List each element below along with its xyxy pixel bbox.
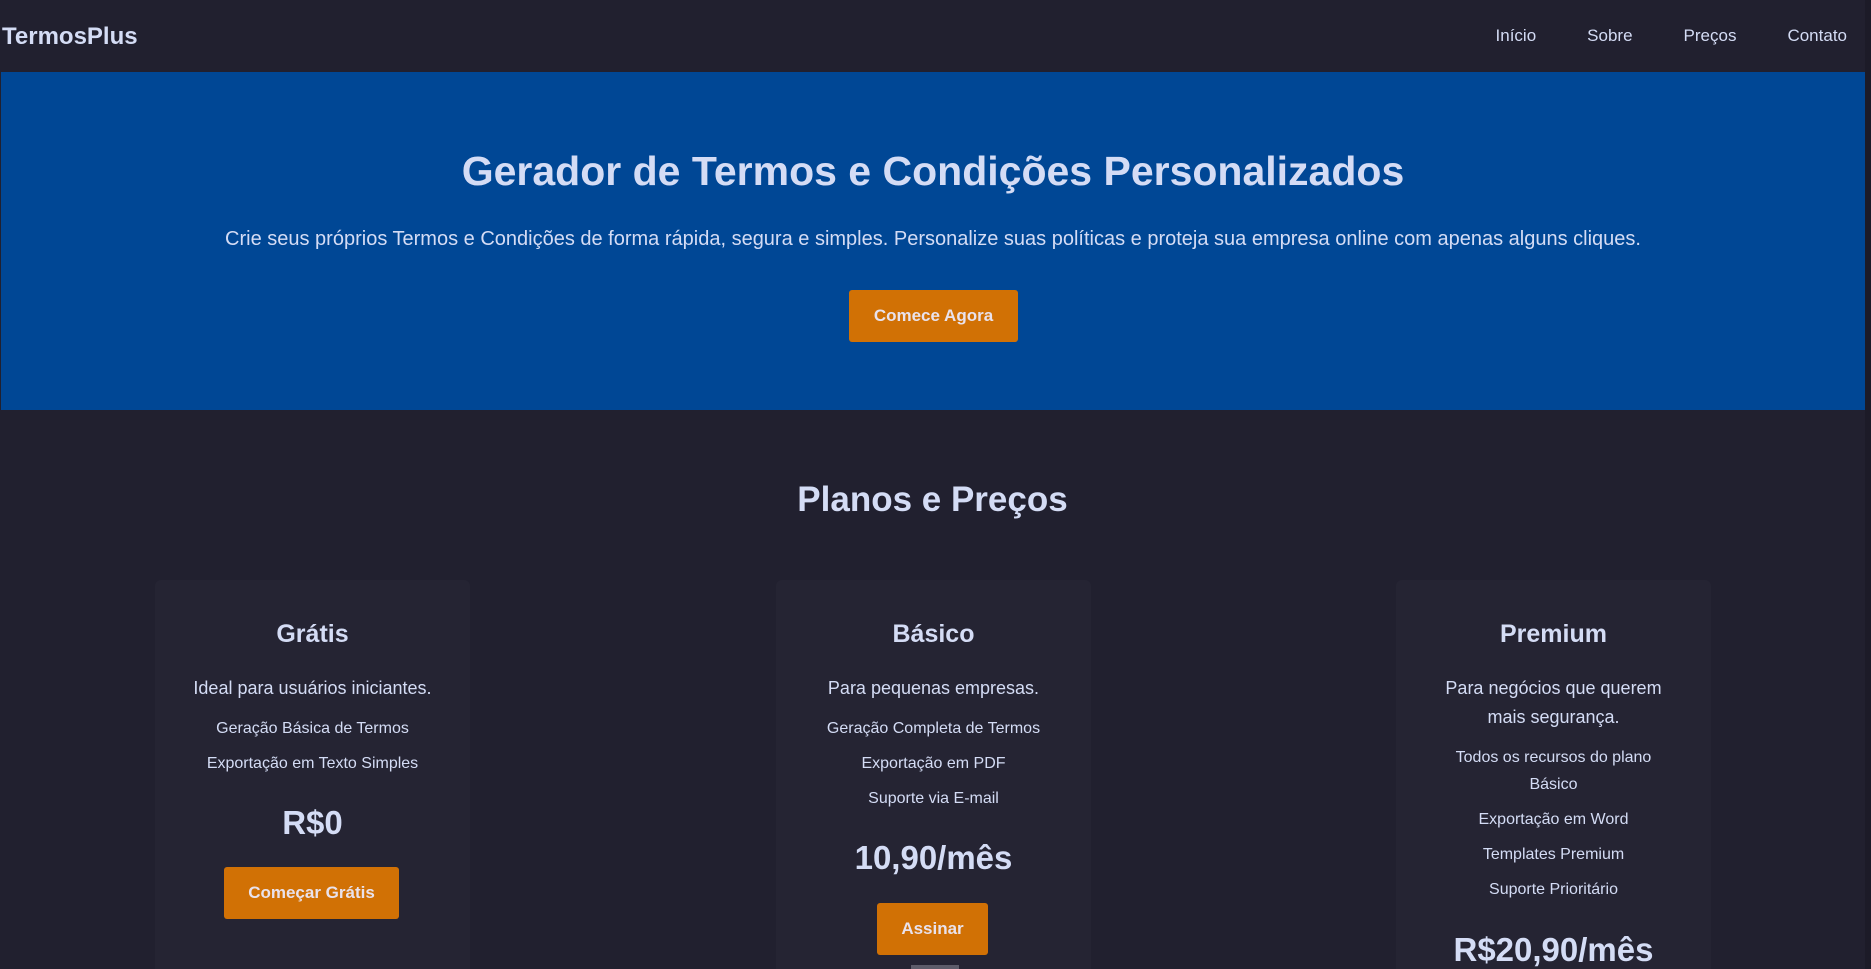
plan-price: R$0 <box>282 804 343 841</box>
hero-subtitle: Crie seus próprios Termos e Condições de… <box>225 228 1641 250</box>
plan-description: Para negócios que querem mais segurança. <box>1445 678 1662 727</box>
hero-title: Gerador de Termos e Condições Personaliz… <box>461 148 1405 194</box>
nav-link-precos[interactable]: Preços <box>1684 26 1737 46</box>
plan-name: Premium <box>1500 620 1607 648</box>
nav-links: Início Sobre Preços Contato <box>1445 26 1847 46</box>
plan-price: R$20,90/mês <box>1453 931 1654 968</box>
plan-card-basic: Básico Para pequenas empresas. Geração C… <box>776 580 1091 969</box>
plan-feature: Exportação em PDF <box>861 755 1006 772</box>
plan-feature: Suporte Prioritário <box>1489 881 1618 898</box>
plan-feature: Suporte via E-mail <box>868 790 999 807</box>
brand-logo[interactable]: TermosPlus <box>0 23 138 51</box>
plan-features: Todos os recursos do plano Básico Export… <box>1396 744 1711 911</box>
plan-features: Geração Básica de Termos Exportação em T… <box>155 715 470 785</box>
pricing-title: Planos e Preços <box>797 480 1068 519</box>
plan-name: Básico <box>892 620 975 648</box>
plan-description: Ideal para usuários iniciantes. <box>193 678 432 698</box>
nav-link-sobre[interactable]: Sobre <box>1587 26 1632 46</box>
plan-feature: Geração Básica de Termos <box>216 720 409 737</box>
plan-feature: Geração Completa de Termos <box>826 720 1041 737</box>
plan-feature: Templates Premium <box>1482 846 1625 863</box>
plan-name: Grátis <box>276 620 349 648</box>
nav-link-inicio[interactable]: Início <box>1496 26 1537 46</box>
subscribe-button[interactable]: Assinar <box>877 903 988 955</box>
plan-card-premium: Premium Para negócios que querem mais se… <box>1396 580 1711 969</box>
navbar: TermosPlus Início Sobre Preços Contato <box>0 0 1865 72</box>
start-free-button[interactable]: Começar Grátis <box>224 867 399 919</box>
nav-link-contato[interactable]: Contato <box>1787 26 1847 46</box>
window-edge <box>1865 0 1871 969</box>
start-now-button[interactable]: Comece Agora <box>849 290 1018 342</box>
plan-price: 10,90/mês <box>854 839 1013 876</box>
page: TermosPlus Início Sobre Preços Contato G… <box>0 0 1871 969</box>
scroll-indicator <box>911 965 959 969</box>
plan-feature: Todos os recursos do plano Básico <box>1455 749 1652 793</box>
plan-card-free: Grátis Ideal para usuários iniciantes. G… <box>155 580 470 969</box>
hero-section: Gerador de Termos e Condições Personaliz… <box>1 72 1865 410</box>
plan-feature: Exportação em Word <box>1478 811 1629 828</box>
plan-features: Geração Completa de Termos Exportação em… <box>776 715 1091 820</box>
plan-feature: Exportação em Texto Simples <box>206 755 419 772</box>
plan-description: Para pequenas empresas. <box>827 678 1040 698</box>
